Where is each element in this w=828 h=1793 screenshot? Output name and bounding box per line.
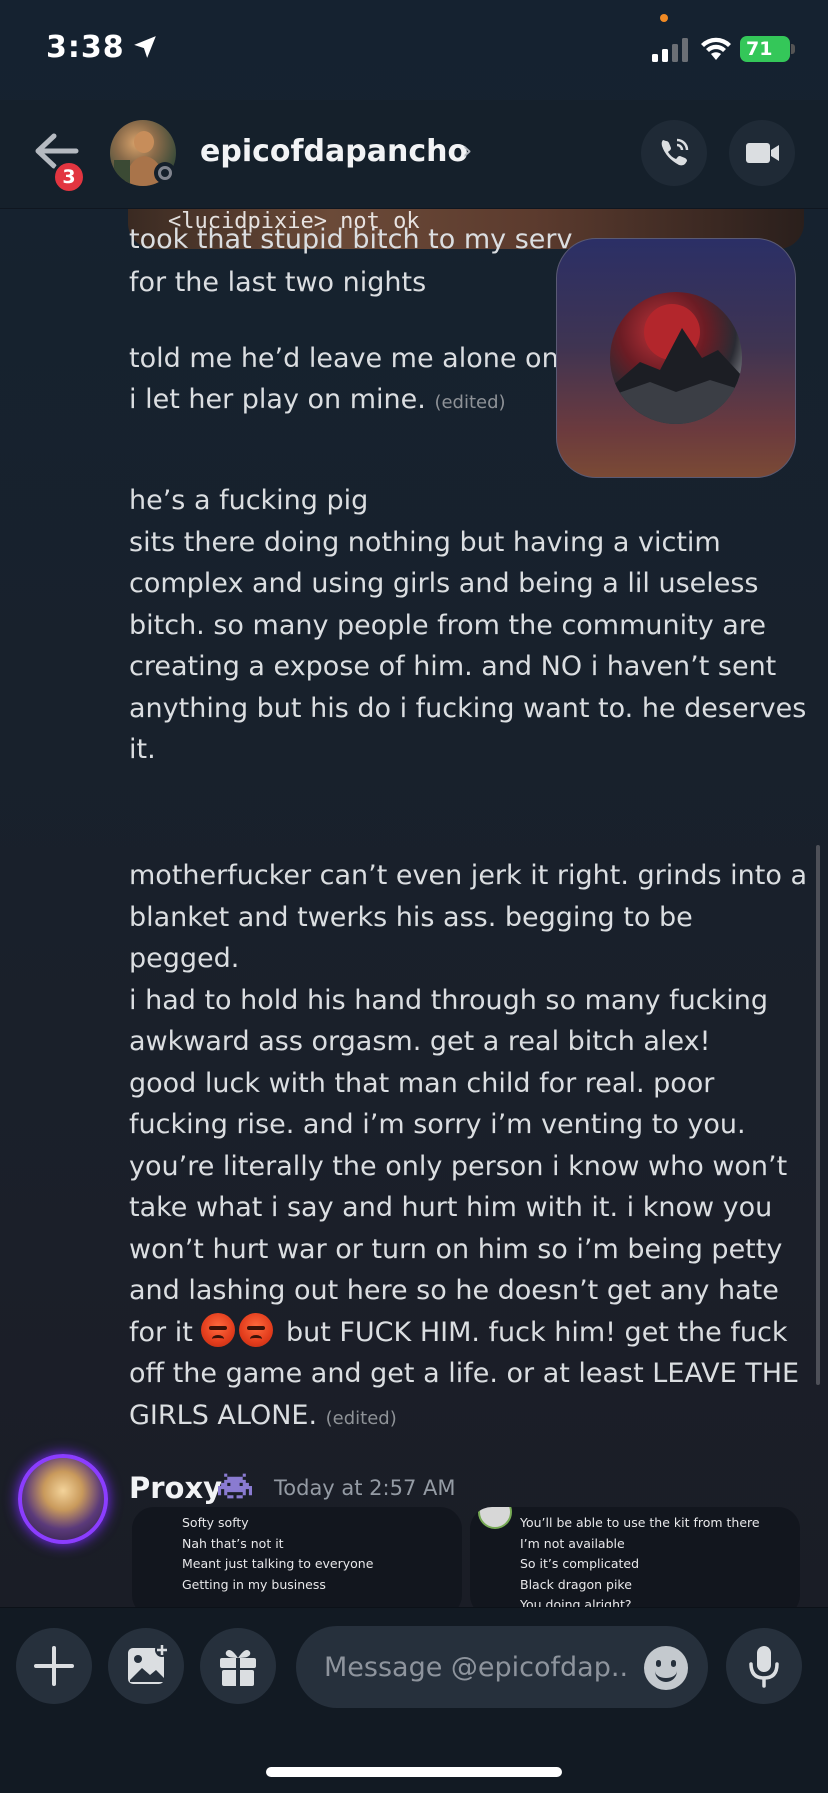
author-name[interactable]: Proxy (129, 1471, 222, 1505)
screenshot-attachment[interactable]: You’ll be able to use the kit from there… (470, 1507, 800, 1607)
privacy-indicator (660, 14, 668, 22)
angry-face-emoji (239, 1312, 274, 1347)
plus-icon (34, 1646, 74, 1686)
gift-icon (220, 1650, 256, 1686)
screenshot-line: Nah that’s not it (182, 1535, 284, 1551)
status-bar: 3:38 71 (0, 0, 828, 100)
screenshot-attachment[interactable]: Softy softy Nah that’s not it Meant just… (132, 1507, 462, 1607)
angry-face-emoji (201, 1312, 236, 1347)
message-text: motherfucker can’t even jerk it right. g… (129, 855, 809, 1439)
home-indicator[interactable] (266, 1767, 562, 1777)
floating-call-window[interactable] (556, 238, 796, 478)
screenshot-line: Meant just talking to everyone (182, 1556, 374, 1571)
screenshot-line: Black dragon pike (520, 1576, 632, 1592)
screenshot-text: You’ll be able to use the kit from there… (520, 1513, 760, 1607)
edited-label: (edited) (325, 1407, 397, 1429)
offline-status-indicator (154, 162, 176, 184)
location-arrow-icon (134, 36, 156, 58)
message-text-part: motherfucker can’t even jerk it right. g… (129, 860, 808, 1348)
space-invader-icon (218, 1473, 252, 1499)
mountain-moon-image (610, 304, 742, 424)
unread-badge: 3 (52, 160, 86, 194)
message-timestamp: Today at 2:57 AM (274, 1476, 456, 1500)
microphone-icon (749, 1646, 779, 1688)
screenshot-text: Softy softy Nah that’s not it Meant just… (182, 1513, 373, 1595)
video-camera-icon (746, 143, 779, 163)
emoji-icon[interactable] (644, 1646, 688, 1690)
image-picker-button[interactable] (108, 1628, 184, 1704)
status-time: 3:38 (46, 30, 125, 65)
call-participant-avatar (610, 292, 742, 424)
dm-header: 3 epicofdapancho › (0, 100, 828, 209)
composer-bar (0, 1607, 828, 1793)
battery-indicator: 71 (740, 36, 790, 62)
scrollbar[interactable] (816, 845, 820, 1385)
screenshot-line: So it’s complicated (520, 1556, 640, 1571)
screenshot-line: You’ll be able to use the kit from there (520, 1515, 760, 1530)
edited-label: (edited) (434, 392, 506, 413)
video-call-button[interactable] (729, 120, 795, 186)
screenshot-line: I’m not available (520, 1535, 625, 1551)
image-icon (128, 1643, 169, 1684)
battery-tip (791, 44, 795, 54)
message-text-part: i let her play on mine. (129, 384, 426, 415)
avatar (478, 1507, 512, 1529)
dm-username[interactable]: epicofdapancho (200, 134, 468, 169)
chevron-right-icon[interactable]: › (462, 136, 472, 166)
voice-message-button[interactable] (726, 1628, 802, 1704)
gift-button[interactable] (200, 1628, 276, 1704)
screenshot-line: Getting in my business (182, 1576, 326, 1592)
message-text-part: told me he’d leave me alone on t (129, 343, 578, 374)
voice-call-button[interactable] (641, 120, 707, 186)
author-avatar[interactable] (18, 1454, 108, 1544)
wifi-icon (701, 37, 731, 60)
screenshot-line: You doing alright? (520, 1597, 632, 1607)
add-button[interactable] (16, 1628, 92, 1704)
phone-call-icon (661, 138, 689, 166)
screenshot-line: Softy softy (182, 1515, 249, 1530)
signal-icon (652, 38, 688, 62)
message-text: he’s a fucking pig sits there doing noth… (129, 485, 807, 765)
